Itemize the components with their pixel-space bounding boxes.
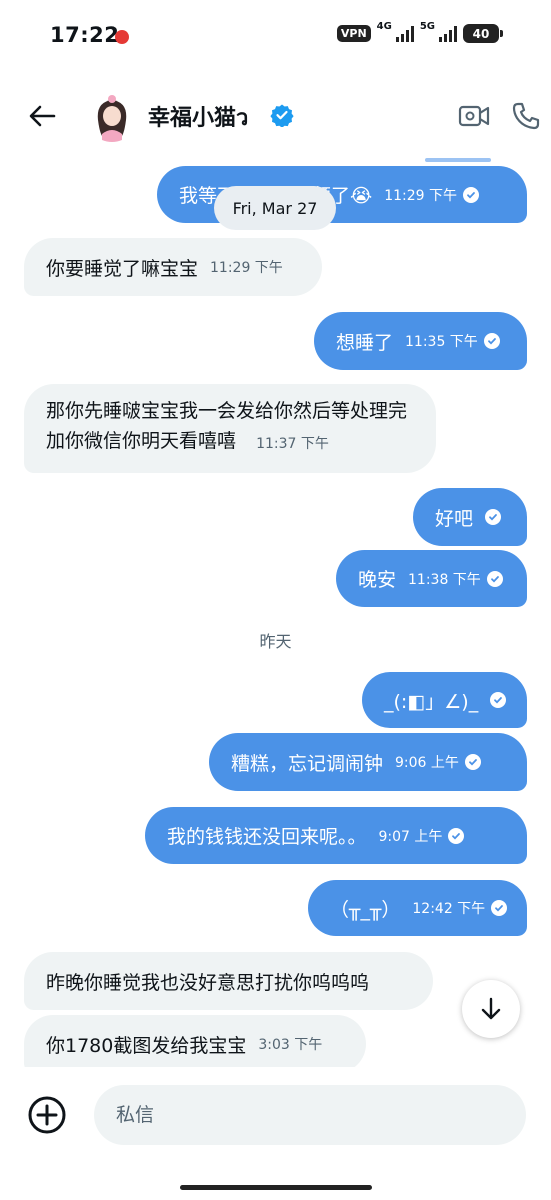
message-text: 昨晚你睡觉我也没好意思打扰你呜呜呜	[46, 971, 370, 994]
battery-level: 40	[472, 26, 490, 41]
message-bubble-out[interactable]: 我等不到你的视频了😭 11:29 下午	[157, 166, 527, 223]
message-time: 11:38 下午	[408, 571, 481, 588]
message-meta: 11:29 下午	[384, 185, 479, 205]
message-meta: 9:06 上午	[395, 752, 481, 772]
message-meta	[490, 692, 507, 708]
avatar-image	[86, 90, 138, 142]
message-bubble-out[interactable]: 糟糕，忘记调闹钟 9:06 上午	[209, 733, 527, 791]
signal-icon	[395, 25, 414, 42]
message-bubble-in[interactable]: 你1780截图发给我宝宝 3:03 下午	[24, 1015, 366, 1067]
sent-check-icon	[483, 333, 500, 349]
status-time: 17:22	[50, 23, 120, 47]
add-circle-icon	[28, 1096, 66, 1134]
video-call-button[interactable]	[456, 98, 492, 134]
message-list[interactable]: 我等不到你的视频了😭 11:29 下午 Fri, Mar 27 你要睡觉了嘛宝宝…	[0, 152, 551, 1067]
sent-check-icon	[486, 570, 503, 587]
message-text: 糟糕，忘记调闹钟	[231, 752, 384, 775]
sent-check-icon	[491, 900, 508, 916]
status-bar: 17:22 VPN 4G 5G 40	[0, 0, 551, 75]
message-meta: 9:07 上午	[379, 826, 465, 846]
sent-check-icon	[448, 827, 465, 844]
back-button[interactable]	[22, 96, 62, 136]
message-bubble-out[interactable]: 晚安 11:38 下午	[336, 550, 527, 607]
message-time: 9:06 上午	[395, 755, 459, 771]
status-indicators: VPN 4G 5G 40	[336, 21, 503, 43]
previous-bubble-edge	[425, 158, 491, 162]
message-time: 11:37 下午	[256, 436, 329, 452]
message-text: _(:◧」∠)_	[384, 690, 479, 713]
chat-header: 幸福小猫ว	[0, 80, 551, 152]
sent-check-icon	[490, 692, 507, 708]
message-time: 12:42 下午	[412, 901, 486, 917]
message-text: 晚安	[358, 569, 397, 591]
message-meta: 11:29 下午	[210, 257, 283, 277]
message-text: 好吧	[435, 507, 474, 530]
message-text: 我的钱钱还没回来呢。。	[167, 826, 367, 848]
message-bubble-out[interactable]: （╥_╥） 12:42 下午	[308, 880, 527, 936]
message-text: 那你先睡啵宝宝我一会发给你然后等处理完加你微信你明天看嘻嘻	[46, 400, 408, 452]
notification-app-icon	[115, 30, 129, 44]
date-separator: Fri, Mar 27	[214, 186, 336, 230]
day-separator: 昨天	[259, 632, 292, 651]
sent-check-icon	[485, 509, 502, 525]
message-text: 你1780截图发给我宝宝	[46, 1034, 247, 1057]
network-type-5g: 5G	[419, 21, 435, 32]
message-bubble-out[interactable]: _(:◧」∠)_	[362, 672, 527, 728]
message-time: 11:35 下午	[405, 334, 478, 350]
message-meta: 3:03 下午	[258, 1034, 322, 1054]
message-text: 你要睡觉了嘛宝宝	[46, 257, 199, 280]
message-meta: 11:35 下午	[405, 331, 500, 351]
message-text: 想睡了	[336, 331, 394, 354]
sent-check-icon	[463, 186, 479, 203]
avatar[interactable]	[86, 90, 138, 142]
message-meta: 11:38 下午	[408, 569, 503, 589]
battery-icon: 40	[463, 24, 503, 43]
message-time: 9:07 上午	[378, 828, 443, 845]
vpn-badge: VPN	[336, 25, 371, 42]
message-time: 11:29 下午	[210, 260, 283, 276]
contact-name[interactable]: 幸福小猫ว	[148, 100, 248, 135]
message-meta	[485, 509, 502, 525]
home-indicator[interactable]	[180, 1185, 372, 1190]
message-bubble-in[interactable]: 你要睡觉了嘛宝宝 11:29 下午	[24, 238, 322, 296]
video-camera-icon	[458, 105, 490, 127]
sent-check-icon	[464, 754, 481, 770]
message-bubble-in[interactable]: 那你先睡啵宝宝我一会发给你然后等处理完加你微信你明天看嘻嘻 11:37 下午	[24, 384, 436, 473]
message-text: （╥_╥）	[330, 898, 401, 921]
arrow-left-icon	[29, 105, 56, 127]
message-time: 3:03 下午	[258, 1037, 323, 1053]
message-composer	[0, 1067, 551, 1167]
verified-badge-icon	[270, 104, 294, 127]
message-time: 11:29 下午	[384, 187, 457, 204]
message-meta: 12:42 下午	[412, 898, 508, 918]
message-input[interactable]	[94, 1085, 526, 1145]
message-bubble-out[interactable]: 好吧	[413, 488, 527, 546]
message-bubble-out[interactable]: 我的钱钱还没回来呢。。 9:07 上午	[145, 807, 527, 864]
message-meta: 11:37 下午	[256, 429, 329, 459]
signal-icon-2	[439, 25, 457, 42]
phone-icon	[512, 102, 540, 130]
network-type-4g: 4G	[376, 21, 392, 32]
scroll-to-bottom-button[interactable]	[462, 980, 520, 1038]
message-bubble-in[interactable]: 昨晚你睡觉我也没好意思打扰你呜呜呜	[24, 952, 433, 1010]
arrow-down-icon	[481, 997, 501, 1020]
message-bubble-out[interactable]: 想睡了 11:35 下午	[314, 312, 527, 370]
add-attachment-button[interactable]	[27, 1095, 67, 1135]
voice-call-button[interactable]	[508, 98, 544, 134]
